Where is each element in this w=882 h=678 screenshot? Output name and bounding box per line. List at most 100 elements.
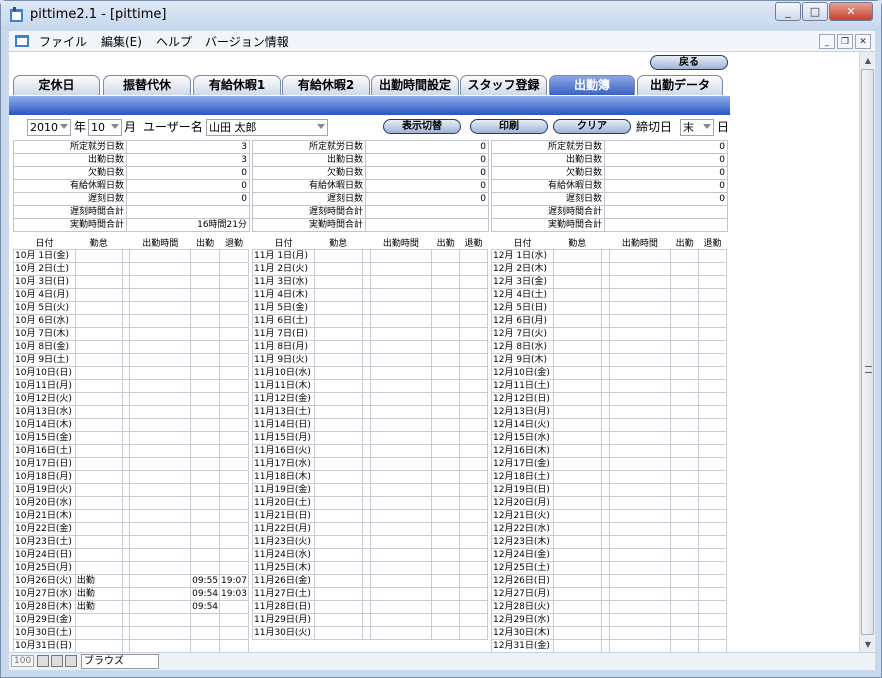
clock-out-cell[interactable]: [219, 626, 249, 640]
table-row[interactable]: 10月 7日(木): [13, 327, 249, 341]
table-row[interactable]: 10月31日(日): [13, 639, 249, 652]
schedule-cell[interactable]: [608, 626, 672, 640]
clock-out-cell[interactable]: [698, 262, 727, 276]
clock-in-cell[interactable]: [670, 600, 700, 614]
date-cell[interactable]: 12月27日(月): [491, 587, 554, 601]
schedule-cell[interactable]: [369, 327, 433, 341]
clock-in-cell[interactable]: [431, 548, 461, 562]
spacer-cell[interactable]: [361, 314, 371, 328]
table-row[interactable]: 11月 2日(火): [252, 262, 488, 276]
clock-out-cell[interactable]: [459, 275, 488, 289]
spacer-cell[interactable]: [600, 275, 610, 289]
date-cell[interactable]: 10月27日(水): [13, 587, 76, 601]
schedule-cell[interactable]: [369, 418, 433, 432]
status-cell[interactable]: [74, 496, 123, 510]
clock-out-cell[interactable]: [219, 288, 249, 302]
table-row[interactable]: 11月16日(火): [252, 444, 488, 458]
table-row[interactable]: 12月12日(日): [491, 392, 727, 406]
clock-out-cell[interactable]: [219, 548, 249, 562]
clock-out-cell[interactable]: [219, 405, 249, 419]
date-cell[interactable]: 12月 3日(金): [491, 275, 554, 289]
schedule-cell[interactable]: [369, 392, 433, 406]
spacer-cell[interactable]: [121, 444, 131, 458]
date-cell[interactable]: 12月28日(火): [491, 600, 554, 614]
date-cell[interactable]: 12月 6日(月): [491, 314, 554, 328]
clock-out-cell[interactable]: [459, 509, 488, 523]
clock-out-cell[interactable]: [698, 444, 727, 458]
status-cell[interactable]: [552, 470, 602, 484]
clock-out-cell[interactable]: [459, 262, 488, 276]
table-row[interactable]: 11月 4日(木): [252, 288, 488, 302]
table-row[interactable]: 10月22日(金): [13, 522, 249, 536]
date-cell[interactable]: 12月11日(土): [491, 379, 554, 393]
table-row[interactable]: 12月 1日(水): [491, 249, 727, 263]
status-cell[interactable]: [74, 457, 123, 471]
spacer-cell[interactable]: [361, 366, 371, 380]
spacer-cell[interactable]: [600, 470, 610, 484]
status-cell[interactable]: [552, 418, 602, 432]
status-cell[interactable]: [74, 522, 123, 536]
clock-in-cell[interactable]: [190, 249, 221, 263]
status-cell[interactable]: [552, 613, 602, 627]
spacer-cell[interactable]: [361, 288, 371, 302]
table-row[interactable]: 12月 4日(土): [491, 288, 727, 302]
table-row[interactable]: 12月23日(木): [491, 535, 727, 549]
clock-in-cell[interactable]: [670, 483, 700, 497]
schedule-cell[interactable]: [129, 379, 192, 393]
spacer-cell[interactable]: [361, 574, 371, 588]
spacer-cell[interactable]: [121, 587, 131, 601]
status-cell[interactable]: [74, 340, 123, 354]
clock-out-cell[interactable]: [219, 483, 249, 497]
menu-file[interactable]: ファイル: [39, 33, 87, 50]
spacer-cell[interactable]: [600, 366, 610, 380]
date-cell[interactable]: 12月16日(木): [491, 444, 554, 458]
clock-out-cell[interactable]: [459, 379, 488, 393]
status-cell[interactable]: [552, 405, 602, 419]
clock-out-cell[interactable]: [459, 301, 488, 315]
date-cell[interactable]: 12月20日(月): [491, 496, 554, 510]
status-cell[interactable]: [313, 340, 363, 354]
date-cell[interactable]: 11月26日(金): [252, 574, 315, 588]
schedule-cell[interactable]: [129, 483, 192, 497]
table-row[interactable]: 11月30日(火): [252, 626, 488, 640]
schedule-cell[interactable]: [608, 535, 672, 549]
status-cell[interactable]: [313, 509, 363, 523]
clock-out-cell[interactable]: [219, 301, 249, 315]
date-cell[interactable]: 11月15日(月): [252, 431, 315, 445]
table-row[interactable]: 10月15日(金): [13, 431, 249, 445]
status-cell[interactable]: [313, 522, 363, 536]
date-cell[interactable]: 10月15日(金): [13, 431, 76, 445]
spacer-cell[interactable]: [361, 340, 371, 354]
schedule-cell[interactable]: [369, 340, 433, 354]
clock-in-cell[interactable]: [431, 457, 461, 471]
status-cell[interactable]: [74, 327, 123, 341]
clock-out-cell[interactable]: [459, 366, 488, 380]
date-cell[interactable]: 10月25日(月): [13, 561, 76, 575]
date-cell[interactable]: 12月 2日(木): [491, 262, 554, 276]
clock-out-cell[interactable]: [698, 314, 727, 328]
date-cell[interactable]: 10月20日(水): [13, 496, 76, 510]
table-row[interactable]: 10月12日(火): [13, 392, 249, 406]
spacer-cell[interactable]: [361, 431, 371, 445]
table-row[interactable]: 12月 7日(火): [491, 327, 727, 341]
clock-in-cell[interactable]: 09:54: [190, 600, 221, 614]
spacer-cell[interactable]: [600, 483, 610, 497]
table-row[interactable]: 12月10日(金): [491, 366, 727, 380]
status-cell[interactable]: [74, 379, 123, 393]
schedule-cell[interactable]: [369, 444, 433, 458]
status-cell[interactable]: [74, 431, 123, 445]
schedule-cell[interactable]: [129, 327, 192, 341]
schedule-cell[interactable]: [608, 288, 672, 302]
table-row[interactable]: 12月 9日(木): [491, 353, 727, 367]
table-row[interactable]: 12月 6日(月): [491, 314, 727, 328]
clock-in-cell[interactable]: [190, 535, 221, 549]
table-row[interactable]: 11月26日(金): [252, 574, 488, 588]
clock-in-cell[interactable]: [670, 509, 700, 523]
scroll-up-icon[interactable]: ▲: [860, 52, 876, 68]
date-cell[interactable]: 11月21日(日): [252, 509, 315, 523]
clock-out-cell[interactable]: [459, 600, 488, 614]
date-cell[interactable]: 11月 1日(月): [252, 249, 315, 263]
table-row[interactable]: 11月18日(木): [252, 470, 488, 484]
schedule-cell[interactable]: [369, 314, 433, 328]
clock-out-cell[interactable]: [459, 561, 488, 575]
